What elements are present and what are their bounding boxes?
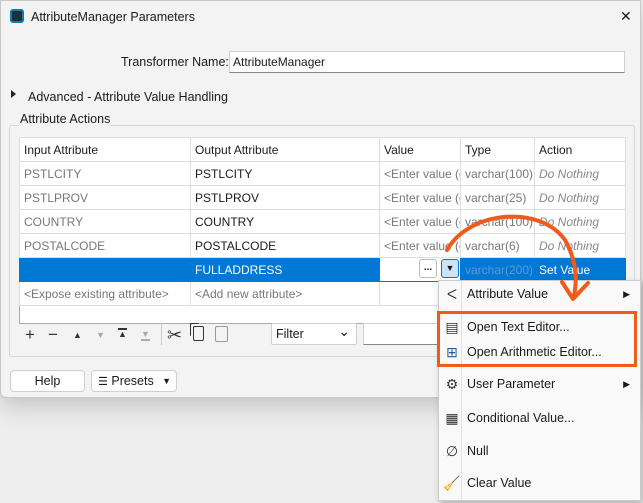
annotation-arrow xyxy=(445,214,590,301)
arrow-curve xyxy=(445,214,578,298)
